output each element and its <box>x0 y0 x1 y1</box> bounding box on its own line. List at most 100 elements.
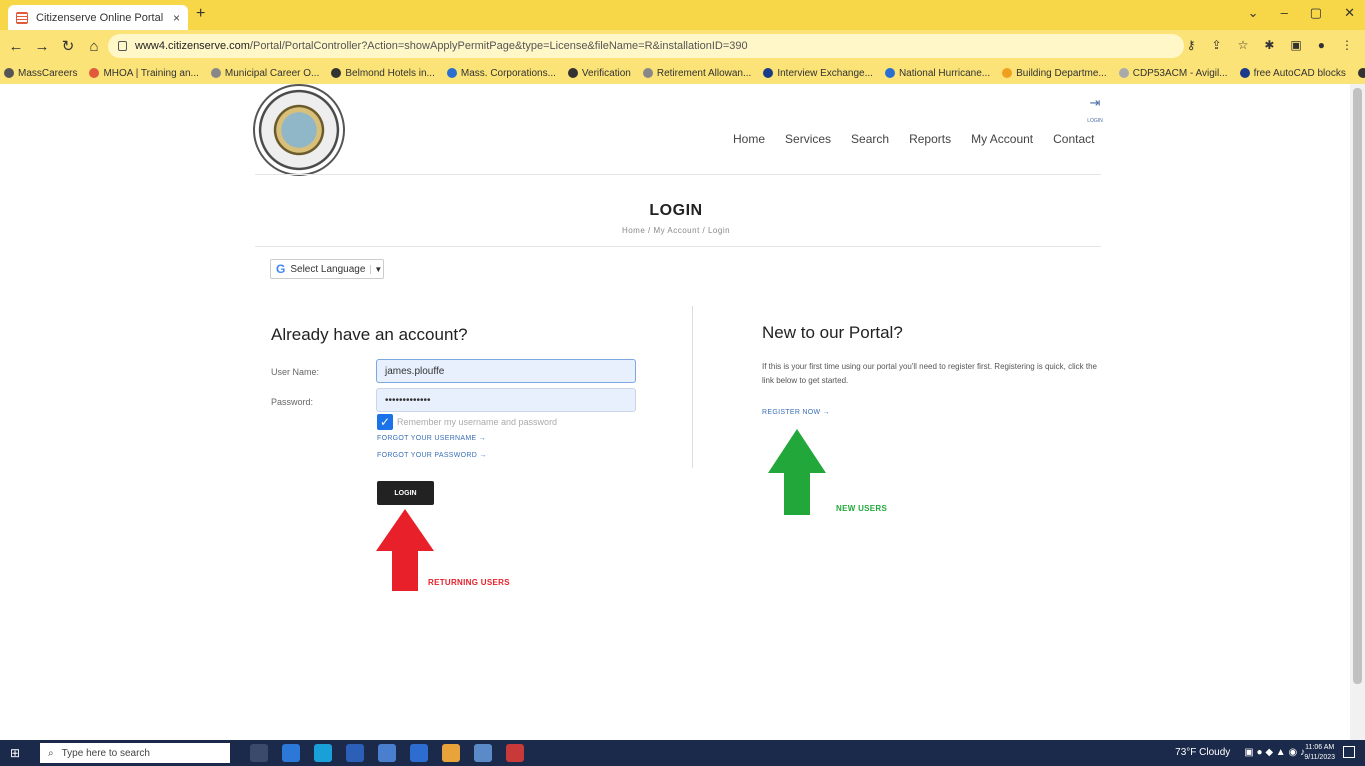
header-login-link[interactable]: ⇥ LOGIN <box>1080 94 1110 124</box>
acrobat-icon[interactable] <box>506 744 524 762</box>
google-icon: G <box>276 262 286 276</box>
nav-my-account[interactable]: My Account <box>971 132 1033 146</box>
bookmark-item[interactable]: Interview Exchange... <box>763 68 873 79</box>
sidebar-icon[interactable]: ▣ <box>1290 38 1301 52</box>
forgot-username-link[interactable]: FORGOT YOUR USERNAME → <box>377 435 486 442</box>
bookmark-label: free AutoCAD blocks <box>1253 67 1346 79</box>
register-heading: New to our Portal? <box>762 323 903 342</box>
returning-users-annotation: RETURNING USERS <box>428 578 510 587</box>
bookmark-item[interactable]: Belmond Hotels in... <box>331 68 435 79</box>
new-users-annotation: NEW USERS <box>836 504 888 513</box>
password-label: Password: <box>271 397 314 407</box>
column-divider <box>692 306 693 468</box>
mail-icon[interactable] <box>282 744 300 762</box>
bookmark-item[interactable]: MassCareers <box>4 68 77 79</box>
chrome-profile-icon[interactable] <box>474 744 492 762</box>
bookmark-item[interactable]: Laptop, Peripheral... <box>1357 68 1365 79</box>
bookmark-label: Building Departme... <box>1016 67 1107 79</box>
login-heading: Already have an account? <box>271 325 468 344</box>
reload-icon[interactable]: ↻ <box>58 37 78 55</box>
breadcrumb: Home / My Account / Login <box>621 226 731 235</box>
key-icon[interactable]: ⚷ <box>1187 38 1196 52</box>
remember-checkbox[interactable]: ✓ <box>377 414 393 430</box>
bookmark-favicon-icon <box>210 68 221 78</box>
new-tab-button[interactable]: + <box>196 5 205 23</box>
notification-icon[interactable] <box>1343 746 1355 758</box>
tab-close-icon[interactable]: × <box>173 11 180 25</box>
bookmark-item[interactable]: Municipal Career O... <box>210 67 320 79</box>
page-scrollbar[interactable] <box>1350 84 1365 740</box>
bookmark-label: Retirement Allowan... <box>656 67 752 79</box>
forward-icon[interactable]: → <box>32 38 52 55</box>
back-icon[interactable]: ← <box>6 38 26 55</box>
bookmark-label: Mass. Corporations... <box>460 67 556 79</box>
bookmark-label: MHOA | Training an... <box>103 67 199 79</box>
tray-icons[interactable]: ▣ ● ◆ ▲ ◉ ♪ <box>1244 747 1305 758</box>
minimize-icon[interactable]: – <box>1281 5 1288 21</box>
menu-icon[interactable]: ⋮ <box>1341 38 1353 52</box>
task-view-icon[interactable] <box>250 744 268 762</box>
bookmark-favicon-icon <box>884 68 895 78</box>
extensions-icon[interactable]: ✱ <box>1264 38 1274 52</box>
password-input[interactable]: ••••••••••••• <box>376 388 636 412</box>
nav-home[interactable]: Home <box>733 132 765 146</box>
bookmark-item[interactable]: Retirement Allowan... <box>642 67 752 79</box>
word-icon[interactable] <box>346 744 364 762</box>
bookmark-item[interactable]: free AutoCAD blocks <box>1239 67 1346 79</box>
page-title: LOGIN <box>649 202 703 219</box>
share-icon[interactable]: ⇪ <box>1212 38 1222 52</box>
taskbar-clock[interactable]: 11:06 AM 9/11/2023 <box>1304 743 1335 763</box>
bookmark-item[interactable]: Building Departme... <box>1002 68 1107 79</box>
bookmark-favicon-icon <box>331 68 342 78</box>
bookmark-label: Interview Exchange... <box>777 67 873 79</box>
bookmark-favicon-icon <box>446 68 457 78</box>
windows-start-icon[interactable]: ⊞ <box>10 746 30 760</box>
tab-search-icon[interactable]: ⌄ <box>1248 5 1259 21</box>
restore-icon[interactable]: ▢ <box>1310 5 1322 21</box>
language-select[interactable]: G Select Language ▼ <box>270 259 384 279</box>
taskbar-apps <box>250 744 524 762</box>
forgot-password-link[interactable]: FORGOT YOUR PASSWORD → <box>377 452 487 459</box>
login-button[interactable]: LOGIN <box>377 481 434 505</box>
clock-date: 9/11/2023 <box>1304 754 1335 761</box>
close-window-icon[interactable]: ✕ <box>1344 5 1355 21</box>
register-now-link[interactable]: REGISTER NOW → <box>762 409 830 416</box>
profile-avatar-icon[interactable]: ● <box>1318 38 1325 52</box>
home-icon[interactable]: ⌂ <box>84 38 104 55</box>
zoom-icon[interactable] <box>410 744 428 762</box>
bookmark-label: Verification <box>581 67 631 79</box>
bookmark-item[interactable]: National Hurricane... <box>884 67 991 79</box>
city-of-brockton-seal-logo[interactable] <box>253 84 345 176</box>
bookmark-favicon-icon <box>642 68 653 78</box>
bookmark-label: Belmond Hotels in... <box>345 67 435 79</box>
bookmark-label: CDP53ACM - Avigil... <box>1132 67 1228 79</box>
nav-services[interactable]: Services <box>785 132 831 146</box>
weather-widget[interactable]: 73°F Cloudy <box>1175 747 1230 758</box>
bookmark-item[interactable]: Verification <box>567 67 631 79</box>
bookmark-favicon-icon <box>1239 68 1250 78</box>
toolbar-actions: ⚷ ⇪ ☆ ✱ ▣ ● ⋮ <box>1187 38 1353 52</box>
taskbar-search-placeholder: Type here to search <box>61 747 150 759</box>
address-bar[interactable]: www4.citizenserve.com /Portal/PortalCont… <box>108 34 1184 58</box>
star-icon[interactable]: ☆ <box>1238 38 1249 52</box>
bookmark-item[interactable]: MHOA | Training an... <box>89 67 199 79</box>
bookmark-item[interactable]: Mass. Corporations... <box>446 67 556 79</box>
calculator-icon[interactable] <box>378 744 396 762</box>
register-text: If this is your first time using our por… <box>762 362 1097 385</box>
bookmark-item[interactable]: CDP53ACM - Avigil... <box>1118 67 1228 79</box>
nav-reports[interactable]: Reports <box>909 132 951 146</box>
web-page: ⇥ LOGIN Home Services Search Reports My … <box>0 84 1350 740</box>
nav-contact[interactable]: Contact <box>1053 132 1094 146</box>
browser-tab-bar: Citizenserve Online Portal × + ⌄ – ▢ ✕ <box>0 0 1365 30</box>
green-up-arrow-icon <box>768 429 826 515</box>
bookmark-label: MassCareers <box>18 67 78 79</box>
bookmark-label: Municipal Career O... <box>224 67 320 79</box>
nav-search[interactable]: Search <box>851 132 889 146</box>
scrollbar-thumb[interactable] <box>1353 88 1362 684</box>
chrome-icon[interactable] <box>442 744 460 762</box>
browser-tab[interactable]: Citizenserve Online Portal × <box>8 5 188 30</box>
username-input[interactable]: james.plouffe <box>376 359 636 383</box>
taskbar-search-input[interactable]: ⌕ Type here to search <box>40 743 230 763</box>
edge-icon[interactable] <box>314 744 332 762</box>
bookmark-label: National Hurricane... <box>898 67 991 79</box>
